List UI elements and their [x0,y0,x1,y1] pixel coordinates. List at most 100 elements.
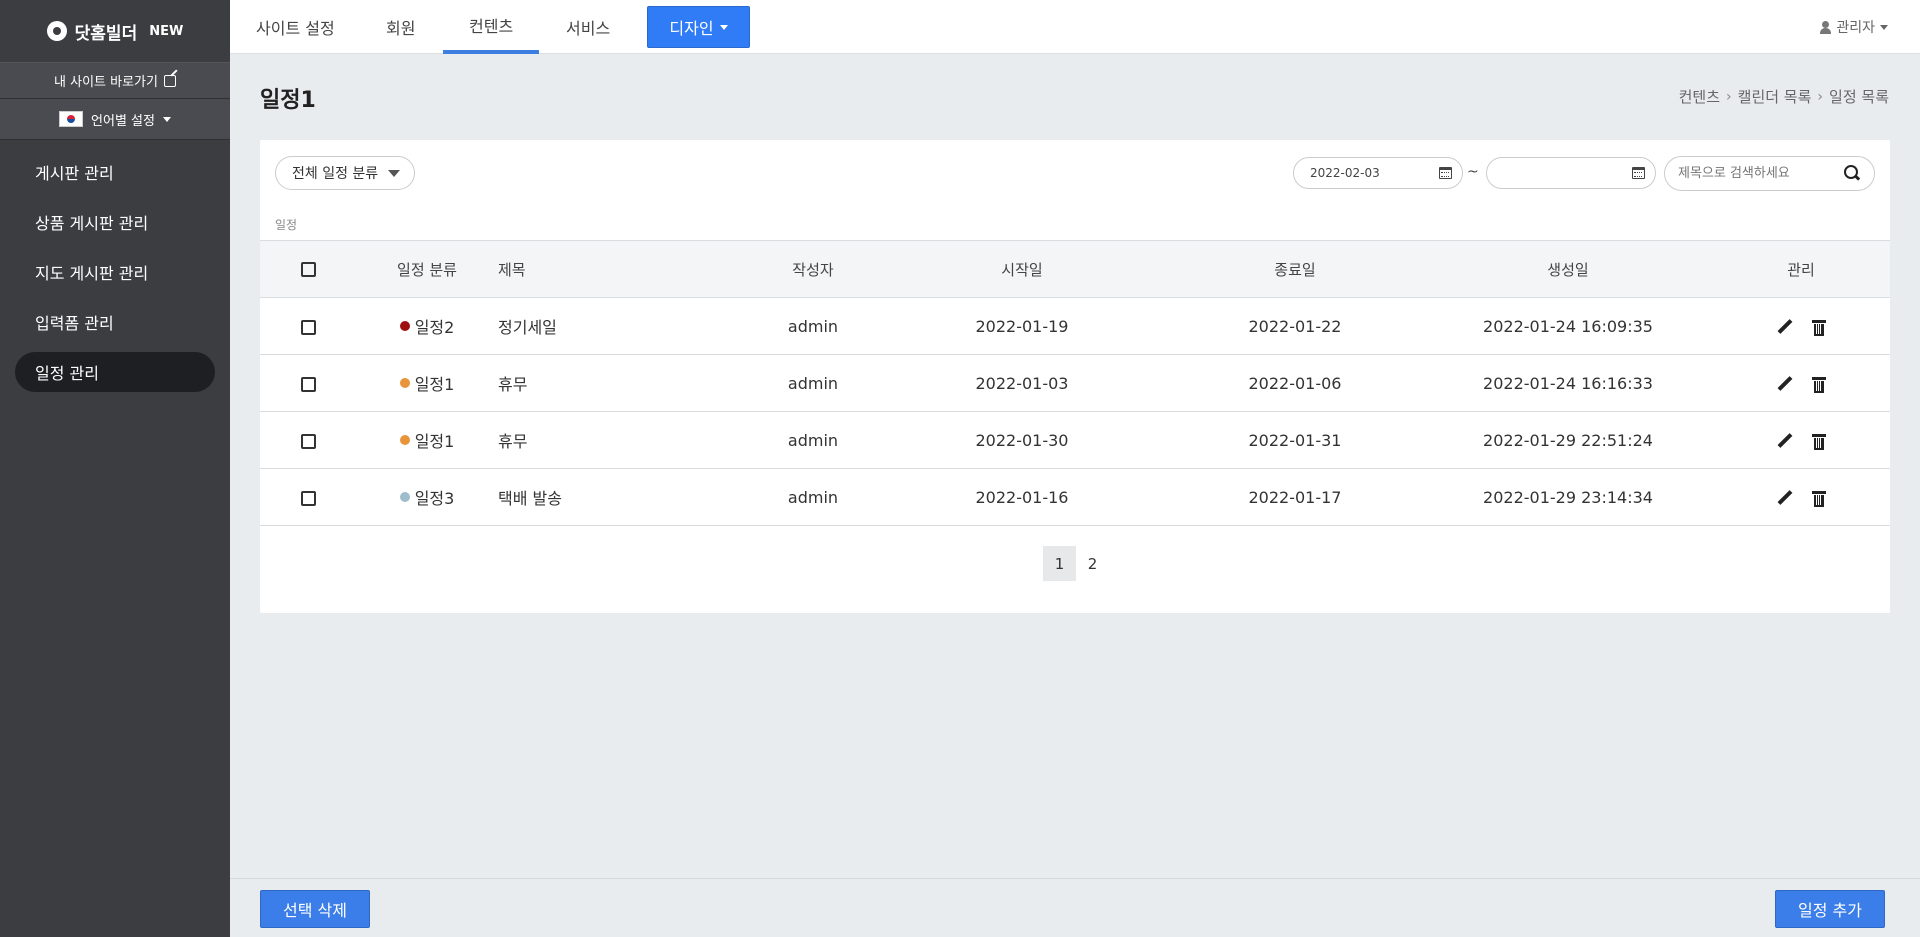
author-cell: admin [787,487,839,507]
my-site-link-label: 내 사이트 바로가기 [54,75,158,90]
start-date-cell: 2022-01-03 [975,373,1069,393]
calendar-icon[interactable] [1439,167,1452,179]
row-checkbox[interactable] [300,319,316,335]
start-date-value: 2022-02-03 [1310,166,1380,180]
author-cell: admin [787,430,839,450]
select-all-cell [260,241,356,298]
category-label: 일정1 [414,375,455,394]
end-date-cell: 2022-01-06 [1248,373,1342,393]
page-button[interactable]: 2 [1076,546,1109,581]
category-filter-label: 전체 일정 분류 [292,166,379,182]
delete-selected-button[interactable]: 선택 삭제 [260,890,370,928]
trash-icon[interactable] [1812,490,1826,507]
bottom-action-bar: 선택 삭제 일정 추가 [230,878,1920,937]
sidebar-item-product-board[interactable]: 상품 게시판 관리 [15,202,215,242]
sidebar: 닷홈빌더 NEW 내 사이트 바로가기 언어별 설정 게시판 관리 상품 게시판… [0,0,230,937]
start-date-cell: 2022-01-16 [975,487,1069,507]
sidebar-item-schedule[interactable]: 일정 관리 [15,352,215,392]
language-selector[interactable]: 언어별 설정 [0,99,230,140]
end-date-cell: 2022-01-17 [1248,487,1342,507]
col-end-date: 종료일 [1274,260,1316,279]
col-category: 일정 분류 [397,260,457,279]
trash-icon[interactable] [1812,376,1826,393]
page-title: 일정1 [260,88,316,113]
search-icon[interactable] [1844,165,1860,181]
tab-services[interactable]: 서비스 [540,0,636,54]
end-date-cell: 2022-01-22 [1248,316,1342,336]
logo-badge: NEW [149,23,184,39]
section-label: 일정 [275,218,298,232]
select-all-checkbox[interactable] [300,262,316,277]
category-label: 일정3 [414,489,455,508]
start-date-input[interactable]: 2022-02-03 [1293,157,1463,189]
date-range-separator: ~ [1467,164,1479,180]
calendar-icon[interactable] [1632,167,1645,179]
breadcrumb-item[interactable]: 컨텐츠 [1679,86,1720,107]
manage-cell [1712,469,1890,526]
category-cell: 일정2 [356,298,498,355]
caret-down-icon [1880,24,1888,30]
tab-site-settings[interactable]: 사이트 설정 [230,0,361,54]
design-button[interactable]: 디자인 [647,6,750,48]
title-cell[interactable]: 휴무 [498,412,748,469]
external-link-icon [163,74,176,87]
row-checkbox-cell [260,412,356,469]
tab-contents[interactable]: 컨텐츠 [443,0,540,54]
author-cell: admin [787,373,839,393]
tab-members[interactable]: 회원 [360,0,441,54]
edit-icon[interactable] [1777,376,1793,392]
category-cell: 일정1 [356,355,498,412]
table-row: 일정2 정기세일 admin 2022-01-19 2022-01-22 202… [260,298,1890,355]
user-menu[interactable]: 관리자 [1820,17,1888,37]
start-date-cell: 2022-01-30 [975,430,1069,450]
triangle-down-icon [388,169,401,177]
language-label: 언어별 설정 [91,113,155,129]
add-schedule-button[interactable]: 일정 추가 [1775,890,1885,928]
category-filter-select[interactable]: 전체 일정 분류 [275,156,415,190]
chevron-right-icon: › [1817,88,1824,105]
search-box [1664,156,1875,191]
category-color-dot [399,321,410,331]
korea-flag-icon [59,111,84,127]
title-cell[interactable]: 택배 발송 [498,469,748,526]
edit-icon[interactable] [1777,319,1793,335]
edit-icon[interactable] [1777,490,1793,506]
logo-icon [46,21,67,41]
created-cell: 2022-01-24 16:16:33 [1483,373,1653,393]
sidebar-item-board[interactable]: 게시판 관리 [15,152,215,192]
col-start-date: 시작일 [1001,260,1043,279]
breadcrumb-item: 일정 목록 [1829,88,1889,106]
my-site-link[interactable]: 내 사이트 바로가기 [0,63,230,99]
end-date-cell: 2022-01-31 [1248,430,1342,450]
title-cell[interactable]: 휴무 [498,355,748,412]
row-checkbox[interactable] [300,376,316,392]
sidebar-item-map-board[interactable]: 지도 게시판 관리 [15,252,215,292]
row-checkbox-cell [260,355,356,412]
author-cell: admin [787,316,839,336]
category-color-dot [399,435,410,445]
table-row: 일정1 휴무 admin 2022-01-30 2022-01-31 2022-… [260,412,1890,469]
row-checkbox[interactable] [300,490,316,506]
page-button-current[interactable]: 1 [1043,546,1076,581]
sidebar-item-form[interactable]: 입력폼 관리 [15,302,215,342]
edit-icon[interactable] [1777,433,1793,449]
title-cell[interactable]: 정기세일 [498,298,748,355]
sidebar-menu: 게시판 관리 상품 게시판 관리 지도 게시판 관리 입력폼 관리 일정 관리 [0,140,230,392]
design-button-label: 디자인 [669,19,714,38]
trash-icon[interactable] [1812,319,1826,336]
chevron-right-icon: › [1726,88,1732,105]
logo[interactable]: 닷홈빌더 NEW [0,0,230,63]
end-date-input[interactable] [1486,157,1656,189]
created-cell: 2022-01-24 16:09:35 [1483,316,1653,336]
start-date-cell: 2022-01-19 [975,316,1069,336]
logo-text: 닷홈빌더 [74,23,138,44]
table-header-row: 일정 분류 제목 작성자 시작일 종료일 생성일 관리 [260,240,1890,298]
search-input[interactable] [1665,157,1835,190]
row-checkbox[interactable] [300,433,316,449]
row-checkbox-cell [260,298,356,355]
table-row: 일정1 휴무 admin 2022-01-03 2022-01-06 2022-… [260,355,1890,412]
breadcrumb-item[interactable]: 캘린더 목록 [1738,86,1812,107]
pagination: 1 2 [1043,546,1109,581]
trash-icon[interactable] [1812,433,1826,450]
col-manage: 관리 [1787,260,1815,279]
